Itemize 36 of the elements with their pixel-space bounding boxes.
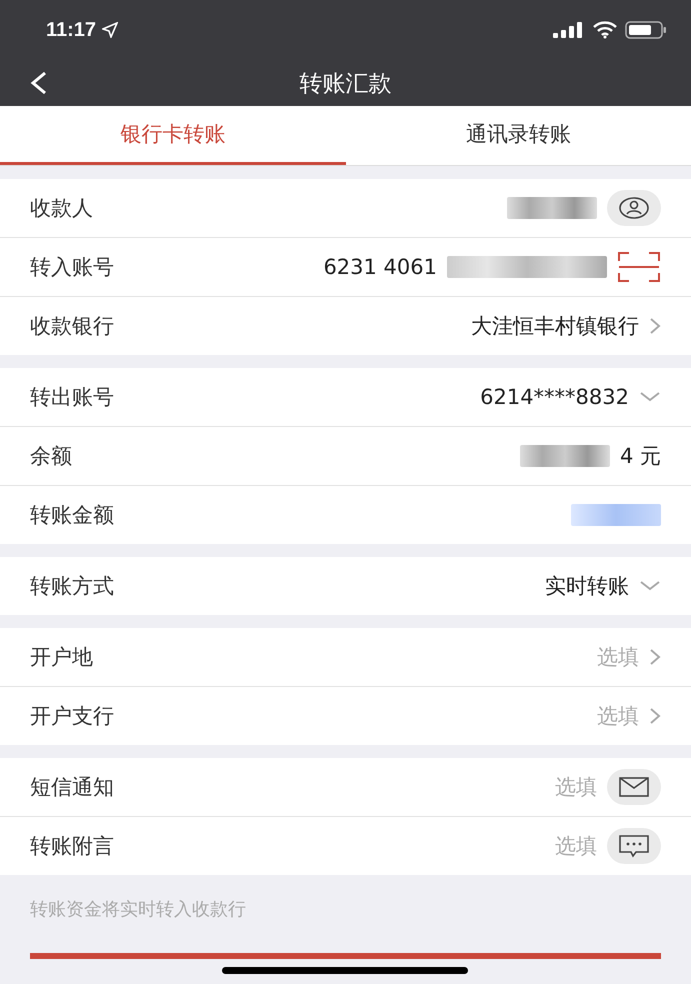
person-icon [618,196,650,220]
field-value[interactable]: 6231 4061 [323,255,437,279]
field-label: 转账方式 [30,573,114,600]
chevron-right-icon [649,317,661,335]
scan-icon[interactable] [617,251,661,283]
page-title: 转账汇款 [300,70,392,98]
field-value[interactable]: 6214****8832 [480,385,629,409]
status-time: 11:17 [46,18,96,42]
field-value[interactable]: 4 元 [620,442,661,470]
field-label: 收款人 [30,195,93,222]
tab[interactable]: 通讯录转账 [346,106,691,165]
wifi-icon [593,21,617,39]
field-label: 转出账号 [30,384,114,411]
contact-button[interactable] [607,190,661,226]
field-label: 余额 [30,443,72,470]
field-label: 转账附言 [30,833,114,860]
field-value[interactable]: 实时转账 [545,572,629,600]
field-label: 开户地 [30,644,93,671]
field-label: 开户支行 [30,703,114,730]
chevron-right-icon [649,648,661,666]
message-button[interactable] [607,828,661,864]
tab[interactable]: 银行卡转账 [0,106,346,165]
back-icon[interactable] [28,70,48,96]
field-label: 转账金额 [30,502,114,529]
chevron-right-icon [649,707,661,725]
field-label: 转入账号 [30,254,114,281]
field-value[interactable]: 大洼恒丰村镇银行 [471,312,639,340]
signal-icon [553,22,585,38]
field-label: 短信通知 [30,774,114,801]
sms-button[interactable] [607,769,661,805]
battery-icon [625,21,667,39]
speech-bubble-icon [618,834,650,858]
field-label: 收款银行 [30,313,114,340]
envelope-icon [618,776,650,798]
location-icon [102,22,118,38]
notice-text: 转账资金将实时转入收款行 [29,898,247,922]
